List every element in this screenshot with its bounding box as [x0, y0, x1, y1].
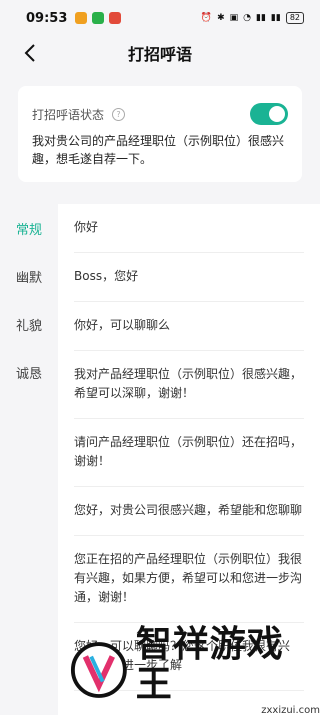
toggle-knob [269, 106, 285, 122]
app-notification-icon [75, 12, 88, 24]
category-tabs: 常规 幽默 礼貌 诚恳 [0, 204, 58, 396]
chevron-left-icon [24, 44, 35, 62]
tab-humor[interactable]: 幽默 [0, 252, 58, 300]
watermark-logo-icon [70, 642, 127, 698]
signal-icon: ▮▮ [256, 13, 266, 23]
watermark-url: zxxizui.com [261, 704, 320, 715]
greeting-status-toggle[interactable] [250, 103, 288, 125]
app-notification-icon [92, 12, 105, 24]
nav-bar: 打招呼语 [0, 36, 320, 70]
status-bar: 09:53 ⏰ ✱ ▣ ◔ ▮▮ ▮▮ 82 [0, 0, 320, 36]
status-icons: ⏰ ✱ ▣ ◔ ▮▮ ▮▮ 82 [201, 12, 304, 24]
app-notification-icon [109, 12, 122, 24]
greeting-item[interactable]: 我对产品经理职位（示例职位）很感兴趣，希望可以深聊，谢谢！ [74, 351, 304, 419]
hd-icon: ▣ [229, 13, 239, 23]
greeting-status-label: 打招呼语状态 [32, 107, 105, 122]
watermark-title: 智祥游戏王 [135, 623, 284, 705]
status-time: 09:53 [26, 10, 68, 26]
page-title: 打招呼语 [127, 45, 192, 64]
greeting-status-row: 打招呼语状态 ? [32, 100, 288, 128]
notification-icons [75, 12, 122, 24]
wifi-icon: ◔ [243, 13, 251, 23]
tab-regular[interactable]: 常规 [0, 204, 58, 252]
watermark-text: 智祥游戏王 zxxizui.com [135, 623, 320, 715]
help-icon[interactable]: ? [112, 107, 126, 121]
signal-icon: ▮▮ [270, 13, 281, 23]
tab-polite[interactable]: 礼貌 [0, 300, 58, 348]
greeting-item[interactable]: 您正在招的产品经理职位（示例职位）我很有兴趣，如果方便，希望可以和您进一步沟通，… [74, 536, 304, 623]
bluetooth-icon: ✱ [217, 13, 225, 23]
greeting-item[interactable]: 您好，对贵公司很感兴趣，希望能和您聊聊 [74, 487, 304, 536]
greeting-item[interactable]: 你好 [74, 204, 304, 253]
back-button[interactable] [18, 41, 42, 65]
alarm-icon: ⏰ [200, 13, 213, 23]
greeting-item[interactable]: 请问产品经理职位（示例职位）还在招吗，谢谢！ [74, 419, 304, 487]
greeting-item[interactable]: Boss，您好 [74, 253, 304, 302]
battery-indicator: 82 [285, 12, 304, 24]
greeting-status-card: 打招呼语状态 ? 我对贵公司的产品经理职位（示例职位）很感兴趣，想毛遂自荐一下。 [18, 86, 302, 182]
tab-sincere[interactable]: 诚恳 [0, 348, 58, 396]
current-greeting-text: 我对贵公司的产品经理职位（示例职位）很感兴趣，想毛遂自荐一下。 [32, 134, 285, 166]
greeting-item[interactable]: 你好，可以聊聊么 [74, 302, 304, 351]
watermark: 智祥游戏王 zxxizui.com [60, 623, 320, 715]
